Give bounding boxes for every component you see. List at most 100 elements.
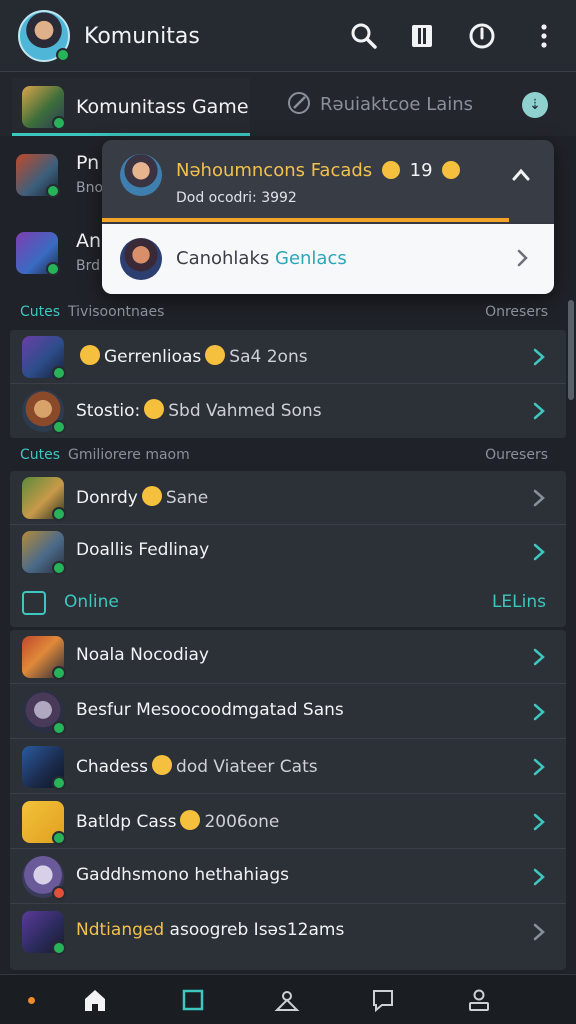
item-subtitle: Bno [76, 180, 104, 196]
emoji-icon [442, 161, 461, 179]
dropdown-option[interactable]: Canohlaks Genlacs [102, 224, 554, 294]
search-icon[interactable] [350, 22, 378, 50]
chevron-right-icon[interactable] [530, 347, 548, 367]
list-item[interactable]: Gaddhsmono hethahiags [10, 850, 566, 904]
scrollbar[interactable] [568, 300, 574, 400]
bookmark-icon[interactable] [408, 22, 436, 50]
chevron-right-icon[interactable] [530, 812, 548, 832]
online-status-dot [52, 886, 66, 900]
item-title: Donrdy Sane [76, 486, 209, 508]
dropdown-header[interactable]: Nəhoumncons Facads 19 Dod ocodri: 3992 [102, 140, 554, 222]
list-item[interactable]: Chadess dod Viateer Cats [10, 740, 566, 794]
profile-icon[interactable] [466, 987, 492, 1013]
emoji-icon [152, 755, 173, 775]
home-icon[interactable] [82, 987, 108, 1013]
item-title: Pn [76, 152, 100, 174]
more-vertical-icon[interactable] [530, 22, 558, 50]
list-item[interactable]: Gerrenlioas Sa4 2ons [10, 330, 566, 384]
app-header: Komunitas [0, 0, 576, 72]
item-title: Gerrenlioas Sa4 2ons [76, 345, 308, 367]
group-avatar [120, 238, 162, 280]
user-avatar[interactable] [18, 10, 70, 62]
list-item[interactable]: Donrdy Sane [10, 471, 566, 525]
online-status-dot [52, 721, 66, 735]
list-item[interactable]: Ndtianged asoogreb Isəs12ams [10, 905, 566, 959]
game-thumbnail [16, 232, 60, 276]
group-avatar [120, 154, 162, 196]
list-item[interactable]: Noala Nocodiay [10, 630, 566, 684]
community-dropdown: Nəhoumncons Facads 19 Dod ocodri: 3992 C… [102, 140, 554, 294]
emoji-icon [80, 345, 100, 365]
game-thumbnail [16, 154, 60, 198]
emoji-icon [381, 161, 400, 179]
chat-icon[interactable] [370, 987, 396, 1013]
dropdown-subtitle: Dod ocodri: 3992 [176, 190, 297, 206]
section-header: Cutes Tivisoontnaes Onresers [20, 304, 548, 320]
game-thumbnail [22, 911, 66, 955]
square-icon[interactable] [180, 987, 206, 1013]
chevron-right-icon[interactable] [530, 867, 548, 887]
online-status-dot [52, 941, 66, 955]
game-thumbnail [22, 636, 66, 680]
page-title: Komunitas [84, 24, 200, 49]
game-thumbnail [22, 746, 66, 790]
chevron-up-icon[interactable] [510, 164, 532, 186]
chevron-right-icon[interactable] [530, 647, 548, 667]
emoji-icon [205, 345, 226, 365]
online-status-dot [56, 48, 70, 62]
tab-label: Rəuiaktcoe Lains [320, 94, 474, 115]
tab-secondary[interactable]: Rəuiaktcoe Lains [286, 90, 506, 120]
tab-game[interactable]: Komunitass Game [12, 78, 250, 136]
list-card: Gerrenlioas Sa4 2ons Stostio: Sbd Vahmed S… [10, 330, 566, 438]
item-title: Doallis Fedlinay [76, 540, 210, 560]
option-label: Canohlaks Genlacs [176, 248, 347, 269]
chevron-right-icon[interactable] [512, 248, 532, 268]
item-title: Besfur Mesoocoodmgatad Sans [76, 700, 344, 720]
section-action[interactable]: Ouresers [485, 447, 548, 463]
game-thumbnail [22, 691, 66, 735]
list-item[interactable]: Besfur Mesoocoodmgatad Sans [10, 685, 566, 739]
chevron-right-icon[interactable] [530, 702, 548, 722]
game-thumbnail [22, 336, 66, 380]
chevron-right-icon[interactable] [530, 401, 548, 421]
chevron-right-icon[interactable] [530, 488, 548, 508]
online-label: Online [64, 592, 119, 612]
section-header: Cutes Gmiliorere maom Ouresers [20, 447, 548, 463]
emoji-icon [144, 399, 165, 419]
game-thumbnail [22, 801, 66, 845]
pen-icon [288, 92, 310, 114]
item-title: Chadess dod Viateer Cats [76, 755, 318, 777]
online-action[interactable]: LELins [492, 592, 546, 612]
list-item[interactable]: Batldp Cass 2006one [10, 795, 566, 849]
game-thumbnail [22, 477, 66, 521]
chevron-right-icon[interactable] [530, 922, 548, 942]
online-status-dot [52, 366, 66, 380]
list-item[interactable]: Stostio: Sbd Vahmed Sons [10, 384, 566, 438]
chevron-right-icon[interactable] [530, 542, 548, 562]
chevron-right-icon[interactable] [530, 757, 548, 777]
item-title: Batldp Cass 2006one [76, 810, 280, 832]
community-icon[interactable] [274, 987, 300, 1013]
online-status-dot [52, 561, 66, 575]
online-filter[interactable]: Online LELins [10, 578, 566, 628]
online-status-dot [52, 420, 66, 434]
game-thumbnail [22, 531, 66, 575]
item-title: An [76, 230, 102, 252]
emoji-icon [141, 486, 162, 506]
item-title: Ndtianged asoogreb Isəs12ams [76, 920, 345, 940]
emoji-icon [180, 810, 201, 830]
online-status-dot [46, 184, 60, 198]
download-icon[interactable]: ⇣ [522, 92, 548, 118]
online-status-dot [52, 776, 66, 790]
power-icon[interactable] [468, 22, 496, 50]
list-card: Noala Nocodiay Besfur Mesoocoodmgatad Sa… [10, 630, 566, 970]
section-action[interactable]: Onresers [485, 304, 548, 320]
progress-bar [102, 218, 509, 222]
dropdown-title: Nəhoumncons Facads 19 [176, 160, 461, 181]
online-status-dot [52, 116, 66, 130]
game-thumbnail [22, 390, 66, 434]
list-item[interactable]: Doallis Fedlinay [10, 525, 566, 579]
online-status-dot [46, 262, 60, 276]
online-status-dot [52, 831, 66, 845]
item-title: Noala Nocodiay [76, 645, 209, 665]
